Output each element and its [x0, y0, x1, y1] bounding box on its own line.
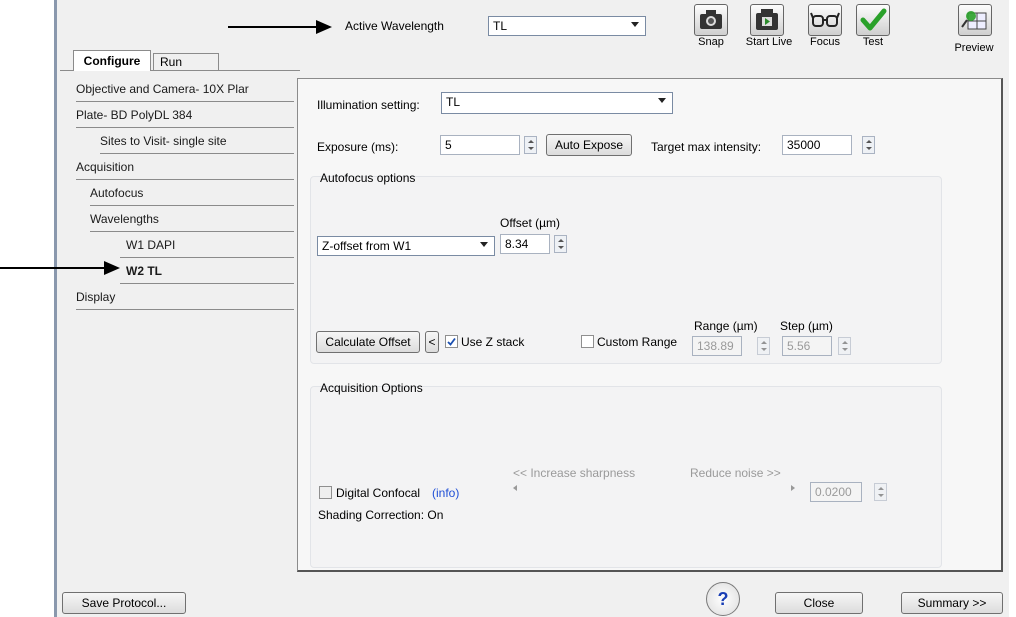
illumination-value: TL	[446, 95, 461, 109]
target-intensity-stepper[interactable]	[862, 136, 875, 154]
preview-button[interactable]: Preview	[946, 4, 1002, 66]
start-live-button[interactable]: Start Live	[740, 4, 798, 60]
slider-right-arrow-icon	[791, 485, 795, 491]
autofocus-options-title: Autofocus options	[320, 171, 416, 185]
annotation-arrowhead	[104, 261, 120, 275]
nav-item-display[interactable]: Display	[76, 286, 294, 310]
digital-confocal-label: Digital Confocal	[336, 486, 421, 500]
active-wavelength-label: Active Wavelength	[345, 19, 444, 33]
tab-configure-label: Configure	[83, 54, 141, 68]
acquisition-options-title: Acquisition Options	[320, 381, 423, 395]
increase-sharpness-label: << Increase sharpness	[513, 466, 636, 480]
calculate-offset-button[interactable]: Calculate Offset	[316, 331, 420, 353]
exposure-stepper[interactable]	[524, 136, 537, 154]
shading-correction-label: Shading Correction: On	[318, 508, 444, 522]
range-field[interactable]: 138.89	[692, 336, 742, 356]
target-intensity-field[interactable]: 35000	[782, 135, 852, 155]
annotation-arrow-w2tl	[0, 267, 108, 269]
focus-button[interactable]: Focus	[804, 4, 846, 60]
test-label: Test	[862, 36, 884, 48]
annotation-arrow-active-wavelength	[228, 26, 320, 28]
slider-left-arrow-icon	[513, 485, 517, 491]
collapse-button[interactable]: <	[425, 331, 439, 353]
close-button[interactable]: Close	[775, 592, 863, 614]
confocal-value-field[interactable]: 0.0200	[810, 482, 862, 502]
help-button[interactable]: ?	[706, 582, 740, 616]
tab-run-label: Run	[160, 55, 183, 69]
camera-icon	[694, 4, 728, 36]
chevron-down-icon	[631, 22, 639, 27]
use-zstack-label: Use Z stack	[461, 335, 525, 349]
tab-run[interactable]: Run	[153, 53, 219, 70]
snap-button[interactable]: Snap	[690, 4, 732, 60]
focus-label: Focus	[810, 36, 840, 48]
nav-item-wavelengths[interactable]: Wavelengths	[90, 208, 294, 232]
custom-range-label: Custom Range	[597, 335, 678, 349]
step-stepper[interactable]	[838, 337, 851, 355]
confocal-stepper[interactable]	[874, 483, 887, 501]
illumination-label: Illumination setting:	[317, 98, 420, 112]
nav-item-w1-dapi[interactable]: W1 DAPI	[120, 234, 294, 258]
chevron-down-icon	[480, 242, 488, 247]
checkmark-icon	[447, 337, 456, 346]
active-wavelength-select[interactable]: TL	[488, 16, 646, 36]
annotation-arrowhead	[316, 20, 332, 34]
digital-confocal-checkbox[interactable]	[319, 486, 332, 499]
test-button[interactable]: Test	[852, 4, 894, 60]
step-field[interactable]: 5.56	[782, 336, 832, 356]
preview-label: Preview	[954, 42, 994, 54]
z-offset-mode-select[interactable]: Z-offset from W1	[317, 236, 495, 256]
save-protocol-button[interactable]: Save Protocol...	[62, 592, 186, 614]
illumination-select[interactable]: TL	[441, 92, 673, 114]
help-icon: ?	[717, 589, 729, 609]
summary-button[interactable]: Summary >>	[901, 592, 1003, 614]
confocal-slider[interactable]	[513, 483, 795, 495]
offset-stepper[interactable]	[554, 235, 567, 253]
auto-expose-button[interactable]: Auto Expose	[546, 134, 632, 156]
reduce-noise-label: Reduce noise >>	[690, 466, 781, 480]
nav-item-plate[interactable]: Plate- BD PolyDL 384	[76, 104, 294, 128]
nav-item-acquisition[interactable]: Acquisition	[76, 156, 294, 180]
preview-icon	[958, 4, 992, 36]
info-link[interactable]: (info)	[432, 486, 459, 500]
snap-label: Snap	[698, 36, 724, 48]
range-stepper[interactable]	[757, 337, 770, 355]
chevron-down-icon	[658, 98, 666, 103]
nav-item-sites-to-visit[interactable]: Sites to Visit- single site	[100, 130, 294, 154]
start-live-label: Start Live	[745, 36, 793, 48]
range-label: Range (µm)	[694, 319, 758, 333]
exposure-label: Exposure (ms):	[317, 140, 399, 154]
exposure-field[interactable]: 5	[440, 135, 520, 155]
target-intensity-label: Target max intensity:	[651, 140, 762, 154]
nav-item-objective-camera[interactable]: Objective and Camera- 10X Plar	[76, 78, 294, 102]
custom-range-checkbox[interactable]	[581, 335, 594, 348]
use-zstack-checkbox[interactable]	[445, 335, 458, 348]
video-camera-icon	[750, 4, 784, 36]
tab-configure[interactable]: Configure	[73, 50, 151, 71]
step-label: Step (µm)	[780, 319, 833, 333]
nav-item-w2-tl[interactable]: W2 TL	[120, 260, 294, 284]
glasses-icon	[808, 4, 842, 36]
nav-item-autofocus[interactable]: Autofocus	[90, 182, 294, 206]
offset-field[interactable]: 8.34	[500, 234, 550, 254]
checkmark-icon	[856, 4, 890, 36]
offset-label: Offset (µm)	[500, 216, 561, 230]
active-wavelength-value: TL	[493, 19, 508, 33]
